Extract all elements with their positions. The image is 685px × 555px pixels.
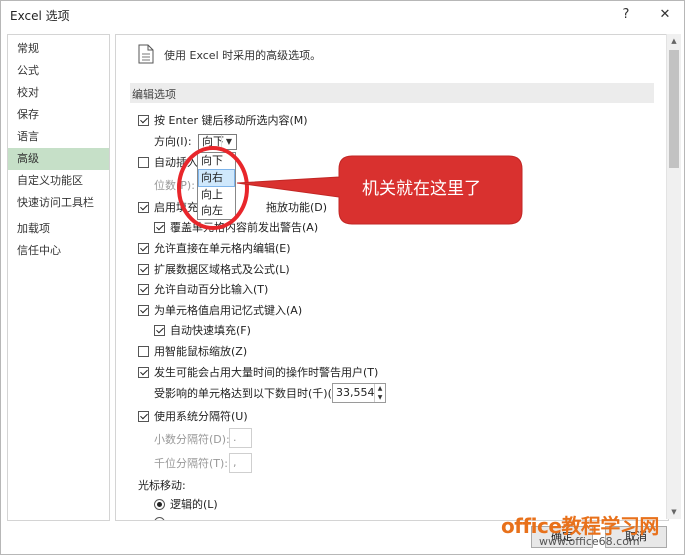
scroll-thumb[interactable] [669,50,679,168]
callout-text: 机关就在这里了 [362,179,481,199]
thousands-separator-input[interactable]: , [229,453,252,473]
checkbox-icon[interactable] [154,325,165,336]
sidebar-item-trust-center[interactable]: 信任中心 [8,240,109,262]
cursor-movement-label: 光标移动: [138,479,186,492]
panel-description: 使用 Excel 时采用的高级选项。 [164,49,322,62]
decimal-separator-input[interactable]: . [229,428,252,448]
close-icon[interactable]: ✕ [651,4,679,26]
chevron-down-icon[interactable]: ▼ [221,135,236,149]
checkbox-icon[interactable] [138,346,149,357]
checkbox-icon[interactable] [138,305,149,316]
direction-select[interactable]: 向下 ▼ [198,134,237,150]
sidebar-item-save[interactable]: 保存 [8,104,109,126]
sidebar-item-advanced[interactable]: 高级 [8,148,109,170]
sidebar: 常规 公式 校对 保存 语言 高级 自定义功能区 快速访问工具栏 加载项 信任中… [7,34,110,521]
thousands-separator-label: 千位分隔符(T): [154,457,229,470]
scroll-up-icon[interactable]: ▲ [667,34,681,48]
excel-options-dialog: Excel 选项 ? ✕ 常规 公式 校对 保存 语言 高级 自定义功能区 快速… [0,0,685,555]
sidebar-item-general[interactable]: 常规 [8,38,109,60]
sidebar-item-quick-access-toolbar[interactable]: 快速访问工具栏 [8,192,109,214]
dropdown-item-down[interactable]: 向下 [199,153,234,169]
decimal-separator-label: 小数分隔符(D): [154,433,230,446]
dropdown-item-right[interactable]: 向右 [198,169,235,187]
window-title: Excel 选项 [10,9,70,23]
section-title: 编辑选项 [132,88,176,101]
advanced-options-panel: 使用 Excel 时采用的高级选项。 编辑选项 按 Enter 键后移动所选内容… [115,34,669,521]
checkbox-icon[interactable] [138,243,149,254]
affected-cells-input[interactable]: 33,554 ▲ ▼ [332,383,386,403]
watermark-url: www.office68.com [539,535,640,548]
title-bar: Excel 选项 ? ✕ [1,1,684,29]
dropdown-item-up[interactable]: 向上 [199,187,234,203]
direction-label: 方向(I): [154,135,192,148]
checkbox-icon[interactable] [138,367,149,378]
section-editing-options: 编辑选项 [130,83,654,103]
checkbox-icon[interactable] [138,284,149,295]
checkbox-icon[interactable] [138,202,149,213]
checkbox-icon[interactable] [138,157,149,168]
radio-icon[interactable] [154,499,165,510]
sidebar-item-proofing[interactable]: 校对 [8,82,109,104]
vertical-scrollbar[interactable]: ▲ ▼ [666,34,681,519]
help-icon[interactable]: ? [612,4,640,26]
scroll-down-icon[interactable]: ▼ [667,505,681,519]
radio-icon[interactable] [154,517,165,520]
checkbox-icon[interactable] [138,411,149,422]
sidebar-item-customize-ribbon[interactable]: 自定义功能区 [8,170,109,192]
affected-cells-label: 受影响的单元格达到以下数目时(千)(U): [154,387,348,400]
sidebar-item-language[interactable]: 语言 [8,126,109,148]
spinner-icon[interactable]: ▲ ▼ [374,384,385,402]
dropdown-item-left[interactable]: 向左 [199,203,234,219]
document-icon [138,44,154,64]
places-label: 位数(P): [154,179,195,192]
sidebar-item-add-ins[interactable]: 加载项 [8,218,109,240]
checkbox-icon[interactable] [138,264,149,275]
sidebar-item-formulas[interactable]: 公式 [8,60,109,82]
checkbox-icon[interactable] [154,222,165,233]
checkbox-icon[interactable] [138,115,149,126]
direction-dropdown-list: 向下 向右 向上 向左 [197,152,236,220]
